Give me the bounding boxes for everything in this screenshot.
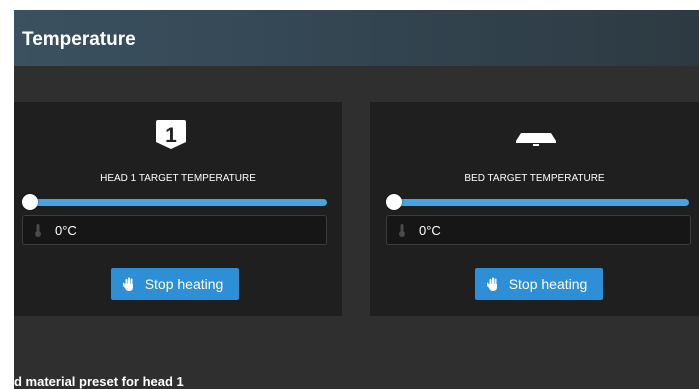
head-1-stop-heating-label: Stop heating xyxy=(144,276,224,292)
head-1-target-temperature-label: HEAD 1 TARGET TEMPERATURE xyxy=(100,173,256,184)
bed-stop-heating-button[interactable]: Stop heating xyxy=(475,268,603,300)
bed-icon xyxy=(516,133,556,146)
head-1-badge-icon: 1 xyxy=(156,120,186,149)
thermometer-icon xyxy=(35,224,41,237)
bed-slider-handle[interactable] xyxy=(386,194,402,210)
hand-stop-icon xyxy=(123,277,133,291)
head-1-temperature-value: 0°C xyxy=(55,223,77,238)
bed-target-temperature-label: BED TARGET TEMPERATURE xyxy=(464,173,605,184)
head-1-stop-heating-button[interactable]: Stop heating xyxy=(111,268,239,300)
head-1-badge-number: 1 xyxy=(165,124,177,147)
thermometer-icon xyxy=(399,224,405,237)
bed-stop-heating-label: Stop heating xyxy=(508,276,588,292)
bed-temperature-input[interactable]: 0°C xyxy=(386,215,691,245)
head-1-slider-handle[interactable] xyxy=(22,194,38,210)
head-1-temperature-input[interactable]: 0°C xyxy=(22,215,327,245)
bed-panel: BED TARGET TEMPERATURE 0°C Stop heating xyxy=(370,102,699,316)
app-window: Temperature 1 HEAD 1 TARGET TEMPERATURE … xyxy=(14,10,699,389)
page-title: Temperature xyxy=(22,29,136,50)
bed-temperature-slider[interactable] xyxy=(388,199,689,206)
hand-stop-icon xyxy=(487,277,497,291)
head-1-panel: 1 HEAD 1 TARGET TEMPERATURE 0°C Stop hea… xyxy=(14,102,342,316)
material-preset-heading: d material preset for head 1 xyxy=(14,374,184,389)
head-1-temperature-slider[interactable] xyxy=(24,199,327,206)
page-header: Temperature xyxy=(14,10,699,66)
bed-temperature-value: 0°C xyxy=(419,223,441,238)
